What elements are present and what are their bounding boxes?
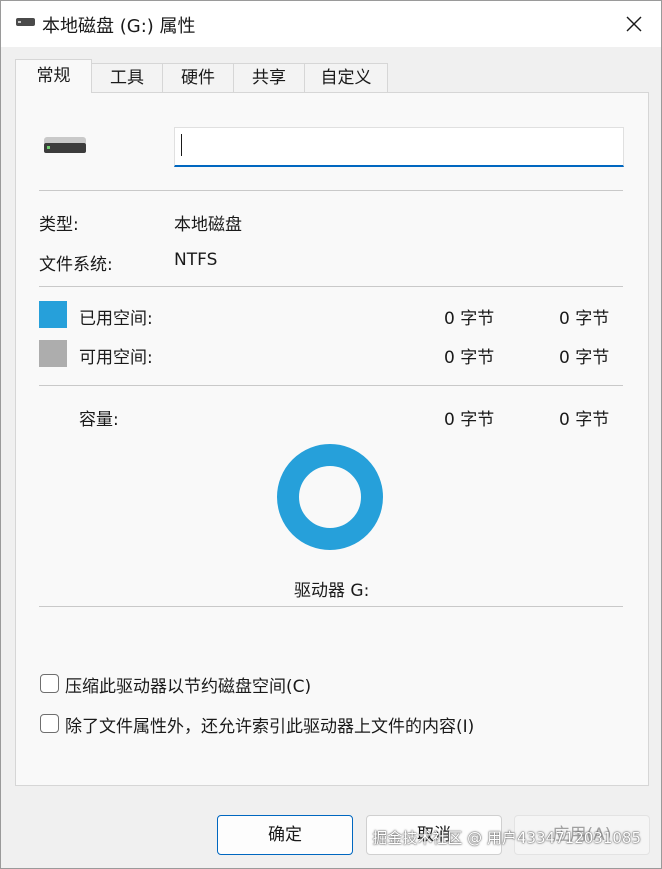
window-title: 本地磁盘 (G:) 属性	[42, 16, 196, 37]
text-caret	[181, 134, 182, 156]
type-value: 本地磁盘	[174, 215, 242, 235]
close-icon	[626, 16, 642, 32]
used-space-swatch	[39, 301, 67, 328]
hard-drive-icon	[44, 137, 86, 153]
type-label: 类型:	[39, 215, 79, 235]
free-space-size: 0 字节	[559, 348, 610, 368]
tab-customize[interactable]: 自定义	[304, 63, 388, 92]
free-space-label: 可用空间:	[79, 348, 153, 368]
watermark: 掘金技术社区 @ 用户4334712031085	[372, 829, 641, 847]
capacity-bytes: 0 字节	[444, 410, 495, 430]
title-bar[interactable]: 本地磁盘 (G:) 属性	[1, 1, 661, 47]
index-label[interactable]: 除了文件属性外，还允许索引此驱动器上文件的内容(I)	[65, 712, 474, 737]
file-system-value: NTFS	[174, 250, 218, 270]
drive-icon	[16, 18, 35, 26]
tab-general[interactable]: 常规	[15, 59, 92, 93]
separator	[39, 286, 623, 287]
separator	[39, 385, 623, 386]
used-space-size: 0 字节	[559, 309, 610, 329]
ok-button[interactable]: 确定	[217, 815, 353, 855]
compress-checkbox[interactable]	[40, 674, 59, 693]
file-system-label: 文件系统:	[39, 255, 113, 275]
properties-dialog: 本地磁盘 (G:) 属性 常规 工具 硬件 共享 自定义 类型: 本地磁盘 文件…	[0, 0, 662, 869]
used-space-label: 已用空间:	[79, 309, 153, 329]
capacity-label: 容量:	[79, 410, 119, 430]
drive-label: 驱动器 G:	[294, 581, 370, 601]
free-space-swatch	[39, 340, 67, 367]
compress-label[interactable]: 压缩此驱动器以节约磁盘空间(C)	[65, 672, 311, 697]
separator	[39, 190, 623, 191]
capacity-size: 0 字节	[559, 410, 610, 430]
free-space-bytes: 0 字节	[444, 348, 495, 368]
usage-donut-chart	[277, 444, 383, 550]
general-panel: 类型: 本地磁盘 文件系统: NTFS 已用空间: 0 字节 0 字节 可用空间…	[15, 92, 649, 786]
tab-hardware[interactable]: 硬件	[162, 63, 234, 92]
tab-tools[interactable]: 工具	[91, 63, 163, 92]
close-button[interactable]	[617, 7, 651, 41]
tab-sharing[interactable]: 共享	[233, 63, 305, 92]
separator	[39, 606, 623, 607]
used-space-bytes: 0 字节	[444, 309, 495, 329]
drive-name-input[interactable]	[174, 127, 624, 167]
index-checkbox[interactable]	[40, 714, 59, 733]
